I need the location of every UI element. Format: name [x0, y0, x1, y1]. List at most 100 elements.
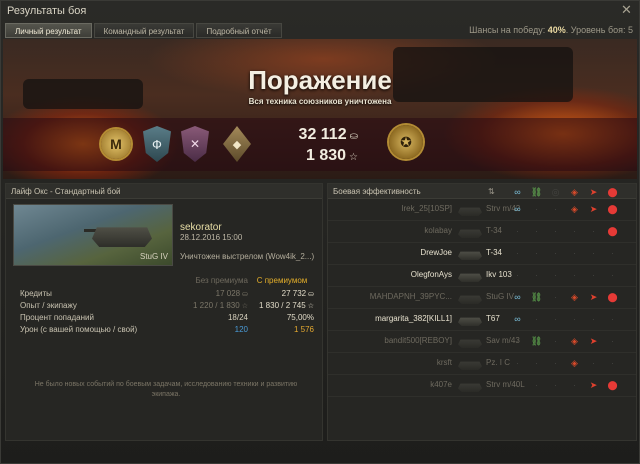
inactive-icon: ·	[611, 314, 614, 324]
inactive-icon: ·	[516, 336, 519, 346]
tab-detailed-report[interactable]: Подробный отчёт	[196, 23, 282, 38]
inactive-icon: ·	[516, 358, 519, 368]
stat-base: 1 220 / 1 830 ☆	[170, 300, 250, 312]
stats-row-credits: Кредиты 17 028 ⛀ 27 732 ⛀	[20, 288, 316, 300]
enemy-row[interactable]: bandit500[REBOY] Sav m/43 · ⛓ · ◈ ➤ ·	[328, 331, 636, 353]
kill-icon: ⬤	[607, 226, 618, 236]
inactive-icon: ·	[573, 248, 576, 258]
sort-icon[interactable]: ⇅	[488, 184, 495, 199]
kill-icon: ⬤	[607, 292, 618, 302]
stat-label: Кредиты	[20, 289, 52, 298]
inactive-icon: ·	[592, 314, 595, 324]
inactive-icon: ·	[611, 248, 614, 258]
damage-icon: ➤	[589, 204, 598, 214]
tab-personal-result[interactable]: Личный результат	[5, 23, 92, 38]
close-icon[interactable]: ✕	[620, 3, 633, 17]
vehicle-tank-icon	[92, 227, 152, 247]
inactive-icon: ·	[554, 226, 557, 236]
enemy-row[interactable]: MAHDAPNH_39PYC... StuG IV ∞ ⛓ · ◈ ➤ ⬤	[328, 287, 636, 309]
tank-icon	[458, 339, 482, 348]
inactive-icon: ·	[535, 248, 538, 258]
kill-icon: ⬤	[607, 187, 618, 197]
inactive-icon: ·	[516, 248, 519, 258]
stat-label: Урон (с вашей помощью / свой)	[20, 325, 138, 334]
battle-rewards: 32 112 ⛀ 1 830 ☆	[288, 125, 358, 167]
result-banner: Поражение Вся техника союзников уничтоже…	[3, 39, 637, 179]
assist-icon: ◎	[551, 187, 560, 197]
track-damage-icon: ⛓	[530, 187, 543, 197]
inactive-icon: ·	[554, 380, 557, 390]
stat-base-value: 17 028	[215, 289, 241, 298]
enemy-tank-name: T-34	[486, 248, 503, 257]
track-damage-icon: ⛓	[530, 336, 543, 346]
battle-tier: . Уровень боя: 5	[565, 25, 633, 35]
col-without-premium: Без премиума	[195, 276, 248, 285]
enemy-player-name: bandit500[REBOY]	[384, 336, 452, 345]
inactive-icon: ·	[535, 204, 538, 214]
personal-result-panel: Лайф Окс - Стандартный бой sekorator 28.…	[5, 183, 323, 441]
tank-icon	[458, 273, 482, 282]
coin-icon: ⛀	[242, 291, 248, 298]
inactive-icon: ·	[592, 358, 595, 368]
damage-icon: ➤	[589, 187, 598, 197]
enemy-row[interactable]: OlegfonAys Ikv 103 · · · · · ·	[328, 265, 636, 287]
inactive-icon: ·	[516, 270, 519, 280]
stat-label: Опыт / экипажу	[20, 301, 77, 310]
spotted-icon: ∞	[514, 187, 521, 197]
inactive-icon: ·	[554, 204, 557, 214]
assisted-damage-value: 120	[234, 325, 248, 334]
battle-date: 28.12.2016 15:00	[180, 233, 243, 242]
result-subtitle: Вся техника союзников уничтожена	[248, 97, 392, 106]
inactive-icon: ·	[592, 248, 595, 258]
enemy-row[interactable]: margarita_382[KILL1] T67 ∞ · · · · ·	[328, 309, 636, 331]
own-damage-value: 1 576	[293, 325, 314, 334]
tank-icon	[458, 295, 482, 304]
inactive-icon: ·	[611, 358, 614, 368]
efficiency-icons: · · · · · ·	[510, 269, 624, 282]
no-events-message: Не было новых событий по боевым задачам,…	[34, 381, 298, 398]
inactive-icon: ·	[554, 358, 557, 368]
efficiency-icons: · · · · ➤ ⬤	[510, 379, 624, 392]
combat-efficiency-header: Боевая эффективность ⇅ ∞ ⛓ ◎ ◈ ➤ ⬤	[328, 184, 636, 199]
enemy-player-name: kolabay	[424, 226, 452, 235]
inactive-icon: ·	[611, 336, 614, 346]
mastery-badge-icon[interactable]: M	[101, 129, 131, 159]
star-icon: ☆	[307, 303, 314, 310]
title-bar[interactable]: Результаты боя ✕	[1, 1, 639, 21]
critical-hit-icon: ◈	[571, 204, 578, 214]
tank-icon	[458, 383, 482, 392]
inactive-icon: ·	[554, 248, 557, 258]
enemy-tank-name: Ikv 103	[486, 270, 512, 279]
enemy-row[interactable]: kolabay T-34 · · · · · ⬤	[328, 221, 636, 243]
stat-prem-value: 75,00%	[286, 313, 314, 322]
efficiency-icons: ∞ ⛓ · ◈ ➤ ⬤	[510, 291, 624, 304]
stats-row-xp: Опыт / экипажу 1 220 / 1 830 ☆ 1 830 / 2 …	[20, 300, 316, 312]
enemy-player-name: OlegfonAys	[410, 270, 452, 279]
result-title: Поражение	[248, 65, 392, 95]
battle-emblem-icon[interactable]: ✪	[389, 125, 423, 159]
tank-icon	[458, 317, 482, 326]
stat-prem-value: 27 732	[281, 289, 307, 298]
enemy-tank-name: Pz. I C	[486, 358, 511, 367]
inactive-icon: ·	[573, 314, 576, 324]
enemy-row[interactable]: krsft Pz. I C · · · ◈ · ·	[328, 353, 636, 375]
stats-header: Без премиума С премиумом	[20, 276, 316, 288]
damage-icon: ➤	[589, 292, 598, 302]
inactive-icon: ·	[535, 380, 538, 390]
col-with-premium: С премиумом	[256, 276, 308, 285]
enemy-row[interactable]: Irek_25[10SP] Strv m/42 ∞ · · ◈ ➤ ⬤	[328, 199, 636, 221]
tab-team-result[interactable]: Командный результат	[93, 23, 195, 38]
efficiency-icons: ∞ · · ◈ ➤ ⬤	[510, 203, 624, 216]
economy-stats: Без премиума С премиумом Кредиты 17 028 ⛀…	[20, 276, 316, 336]
spotted-icon: ∞	[514, 292, 521, 302]
star-icon: ☆	[349, 152, 358, 163]
enemy-row[interactable]: DrewJoe T-34 · · · · · ·	[328, 243, 636, 265]
stats-row-hit-rate: Процент попаданий 18/24 75,00%	[20, 312, 316, 324]
inactive-icon: ·	[516, 380, 519, 390]
track-damage-icon: ⛓	[530, 292, 543, 302]
critical-hit-icon: ◈	[571, 358, 578, 368]
critical-hit-icon: ◈	[571, 336, 578, 346]
killed-by-info[interactable]: Уничтожен выстрелом (Wow4ik_2...)	[180, 252, 314, 261]
enemy-row[interactable]: k407e Strv m/40L · · · · ➤ ⬤	[328, 375, 636, 397]
stats-row-damage: Урон (с вашей помощью / свой) 120 1 576	[20, 324, 316, 336]
